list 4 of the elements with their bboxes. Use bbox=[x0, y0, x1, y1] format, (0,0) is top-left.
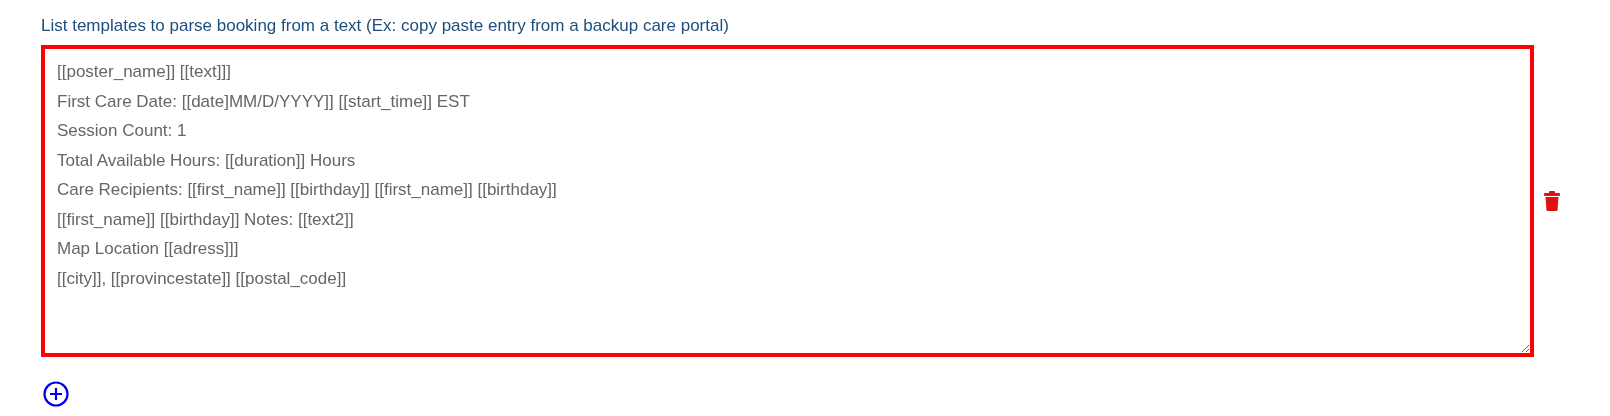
template-field[interactable]: [[poster_name]] [[text]]] First Care Date: [[date]MM/D/YYYY]] [[start_time]] EST Session Count: 1 Total Available Hours: [[duration]] Hours Care Recipients: [[first_name]] [[birthday]] [[first_name]] [[birthday]] [[first_name]] [[birthday]] Notes: [[text2]] Map Location [[adress]]] [[city]], [[provincestate]] [[postal_code]] bbox=[41, 45, 1534, 357]
delete-icon[interactable] bbox=[1544, 191, 1560, 211]
add-icon[interactable] bbox=[43, 381, 69, 407]
field-label: List templates to parse booking from a text (Ex: copy paste entry from a backup care portal) bbox=[41, 16, 730, 36]
